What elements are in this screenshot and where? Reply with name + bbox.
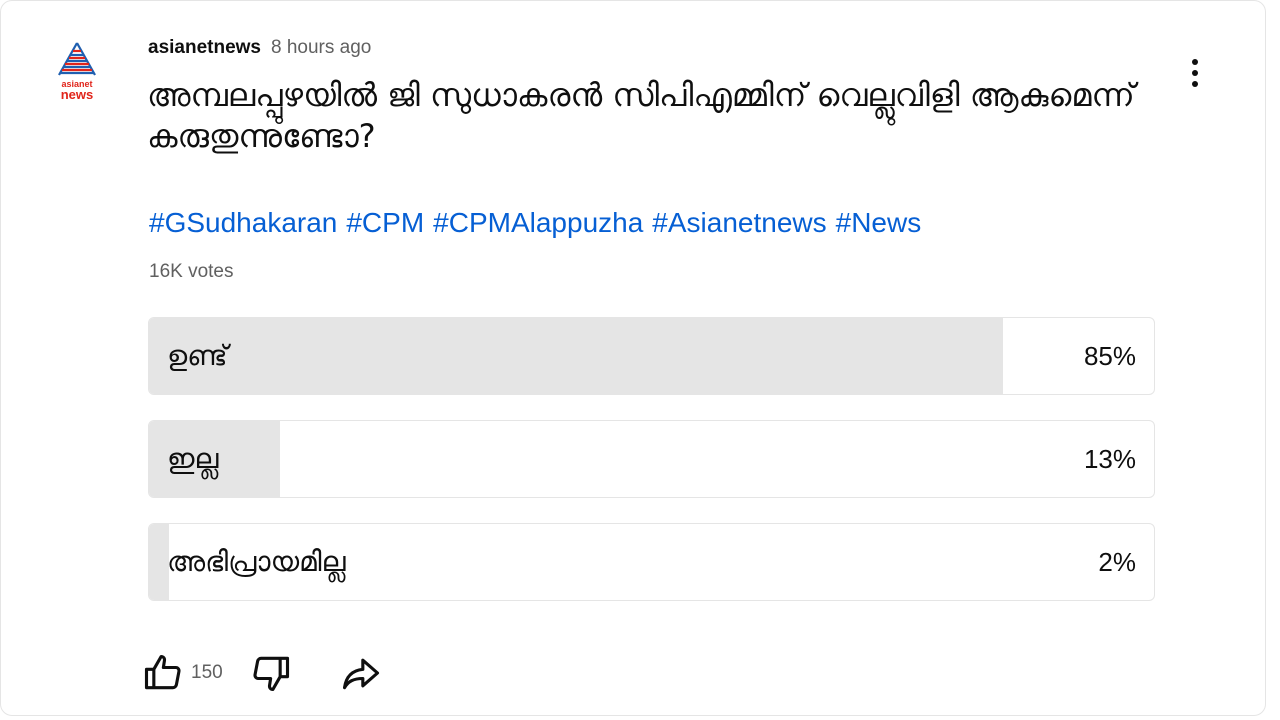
svg-text:news: news (61, 87, 94, 102)
hashtag-link[interactable]: #Asianetnews (652, 207, 826, 239)
post-time[interactable]: 8 hours ago (271, 37, 371, 59)
thumbs-up-icon (144, 654, 181, 690)
like-button[interactable]: 150 (141, 651, 249, 695)
vote-count: 16K votes (149, 261, 234, 282)
hashtag-link[interactable]: #CPMAlappuzha (433, 207, 643, 239)
poll-option[interactable]: ഉണ്ട് 85% (148, 317, 1155, 395)
poll-option[interactable]: ഇല്ല 13% (148, 420, 1155, 498)
thumbs-down-icon (253, 656, 289, 692)
share-icon (342, 658, 379, 690)
asianet-logo-icon: asianet news (55, 41, 99, 102)
channel-name[interactable]: asianetnews (148, 37, 261, 59)
more-options-button[interactable] (1181, 51, 1209, 95)
channel-avatar[interactable]: asianet news (49, 39, 105, 105)
dislike-button[interactable] (249, 651, 293, 695)
like-count: 150 (191, 662, 223, 683)
action-bar: 150 (141, 649, 383, 697)
hashtag-link[interactable]: #News (836, 207, 922, 239)
hashtag-link[interactable]: #GSudhakaran (149, 207, 337, 239)
hashtag-link[interactable]: #CPM (346, 207, 424, 239)
poll-option-percent: 85% (1083, 340, 1136, 371)
poll-option[interactable]: അഭിപ്രായമില്ല 2% (148, 523, 1155, 601)
poll-option-label: ഉണ്ട് (167, 339, 228, 372)
more-vert-icon (1192, 59, 1198, 65)
poll-option-percent: 2% (1098, 546, 1136, 577)
hashtags: #GSudhakaran #CPM #CPMAlappuzha #Asianet… (149, 207, 921, 239)
poll-option-label: അഭിപ്രായമില്ല (167, 545, 346, 578)
more-vert-icon-dot (1192, 70, 1198, 76)
poll-option-percent: 13% (1083, 443, 1136, 474)
poll-question: അമ്പലപ്പുഴയിൽ ജി സുധാകരൻ സിപിഎമ്മിന് വെല… (147, 76, 1135, 155)
post-meta: asianetnews 8 hours ago (148, 37, 371, 63)
post-card: asianet news asianetnews 8 hours ago അമ്… (0, 0, 1266, 716)
share-button[interactable] (339, 651, 383, 695)
poll-option-result-bar (149, 318, 1004, 394)
more-vert-icon-dot (1192, 81, 1198, 87)
poll-option-label: ഇല്ല (167, 442, 219, 475)
